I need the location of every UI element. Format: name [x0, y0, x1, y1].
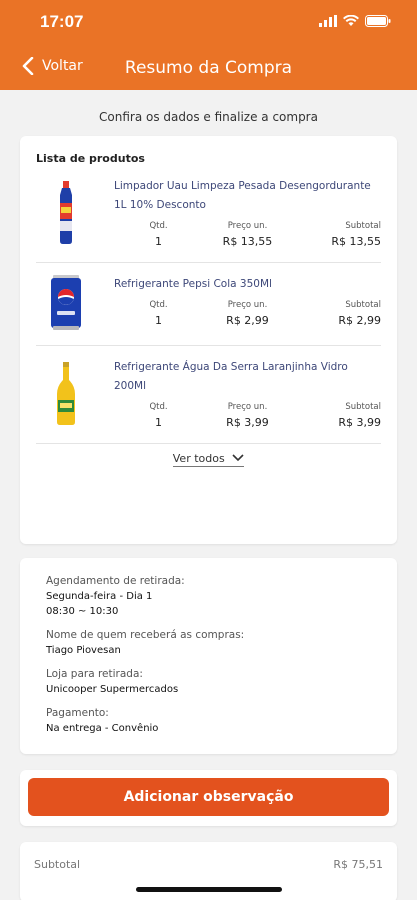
payment-value: Na entrega - Convênio	[46, 723, 159, 734]
payment-field: Pagamento: Na entrega - Convênio	[46, 706, 371, 736]
price-label: Preço un.	[227, 402, 268, 412]
qty-label: Qtd.	[149, 402, 168, 412]
product-item[interactable]: Refrigerante Pepsi Cola 350Ml Qtd. 1 Preç…	[36, 263, 381, 346]
schedule-day: Segunda-feira - Dia 1	[46, 591, 153, 602]
chevron-down-icon	[232, 454, 244, 462]
receiver-value: Tiago Piovesan	[46, 645, 121, 656]
schedule-time: 08:30 ~ 10:30	[46, 606, 119, 617]
product-list-card: Lista de produtos Limpador Uau Limpeza P…	[20, 136, 397, 544]
qty-cell: Qtd. 1	[114, 402, 203, 429]
product-item[interactable]: Limpador Uau Limpeza Pesada Desengordura…	[36, 165, 381, 263]
battery-icon	[365, 15, 391, 27]
product-list-heading: Lista de produtos	[36, 152, 145, 165]
app-header: 17:07 Voltar Resumo da Compra	[0, 0, 417, 90]
price-cell: Preço un. R$ 3,99	[203, 402, 292, 429]
see-all-label: Ver todos	[172, 452, 225, 467]
store-field: Loja para retirada: Unicooper Supermerca…	[46, 667, 371, 697]
store-label: Loja para retirada:	[46, 668, 143, 680]
subtotal-label: Subtotal	[345, 402, 381, 412]
product-image-cleaner	[36, 177, 96, 248]
subtotal-value: R$ 3,99	[338, 416, 381, 429]
qty-value: 1	[155, 235, 162, 248]
receiver-field: Nome de quem receberá as compras: Tiago …	[46, 628, 371, 658]
store-value: Unicooper Supermercados	[46, 684, 179, 695]
subtotal-label: Subtotal	[345, 300, 381, 310]
qty-value: 1	[155, 314, 162, 327]
price-cell: Preço un. R$ 13,55	[203, 221, 292, 248]
product-name: Refrigerante Pepsi Cola 350Ml	[114, 278, 272, 290]
price-value: R$ 3,99	[226, 416, 269, 429]
nav-bar: Voltar Resumo da Compra	[0, 54, 417, 84]
price-label: Preço un.	[227, 221, 268, 231]
price-cell: Preço un. R$ 2,99	[203, 300, 292, 327]
wifi-icon	[343, 15, 359, 26]
product-item[interactable]: Refrigerante Água Da Serra Laranjinha Vi…	[36, 346, 381, 444]
price-value: R$ 2,99	[226, 314, 269, 327]
schedule-field: Agendamento de retirada: Segunda-feira -…	[46, 574, 371, 619]
status-icons	[319, 15, 391, 27]
subtotal-label: Subtotal	[345, 221, 381, 231]
order-details-card: Agendamento de retirada: Segunda-feira -…	[20, 558, 397, 754]
subtotal-value: R$ 13,55	[331, 235, 381, 248]
qty-label: Qtd.	[149, 221, 168, 231]
subtotal-value: R$ 2,99	[338, 314, 381, 327]
page-title: Resumo da Compra	[124, 58, 293, 78]
schedule-label: Agendamento de retirada:	[46, 575, 185, 587]
price-value: R$ 13,55	[222, 235, 273, 248]
product-name: Refrigerante Água Da Serra Laranjinha Vi…	[114, 361, 348, 392]
qty-label: Qtd.	[149, 300, 168, 310]
product-image-laranjinha	[36, 358, 96, 429]
receiver-label: Nome de quem receberá as compras:	[46, 629, 245, 641]
payment-label: Pagamento:	[46, 707, 109, 719]
product-image-pepsi	[36, 275, 96, 331]
qty-cell: Qtd. 1	[114, 221, 203, 248]
page-subtitle: Confira os dados e finalize a compra	[99, 110, 318, 124]
qty-cell: Qtd. 1	[114, 300, 203, 327]
add-observation-button[interactable]: Adicionar observação	[28, 778, 389, 816]
price-label: Preço un.	[227, 300, 268, 310]
subtotal-cell: Subtotal R$ 3,99	[292, 402, 381, 429]
product-name: Limpador Uau Limpeza Pesada Desengordura…	[114, 180, 371, 211]
status-time: 17:07	[40, 12, 84, 31]
see-all-link[interactable]: Ver todos	[36, 452, 381, 467]
subtotal-summary-value: R$ 75,51	[333, 858, 383, 871]
signal-icon	[319, 15, 337, 27]
subtotal-cell: Subtotal R$ 13,55	[292, 221, 381, 248]
subtotal-cell: Subtotal R$ 2,99	[292, 300, 381, 327]
qty-value: 1	[155, 416, 162, 429]
subtotal-summary-label: Subtotal	[34, 858, 81, 871]
home-indicator[interactable]	[135, 887, 282, 892]
status-bar: 17:07	[0, 12, 417, 36]
observation-card: Adicionar observação	[20, 770, 397, 826]
